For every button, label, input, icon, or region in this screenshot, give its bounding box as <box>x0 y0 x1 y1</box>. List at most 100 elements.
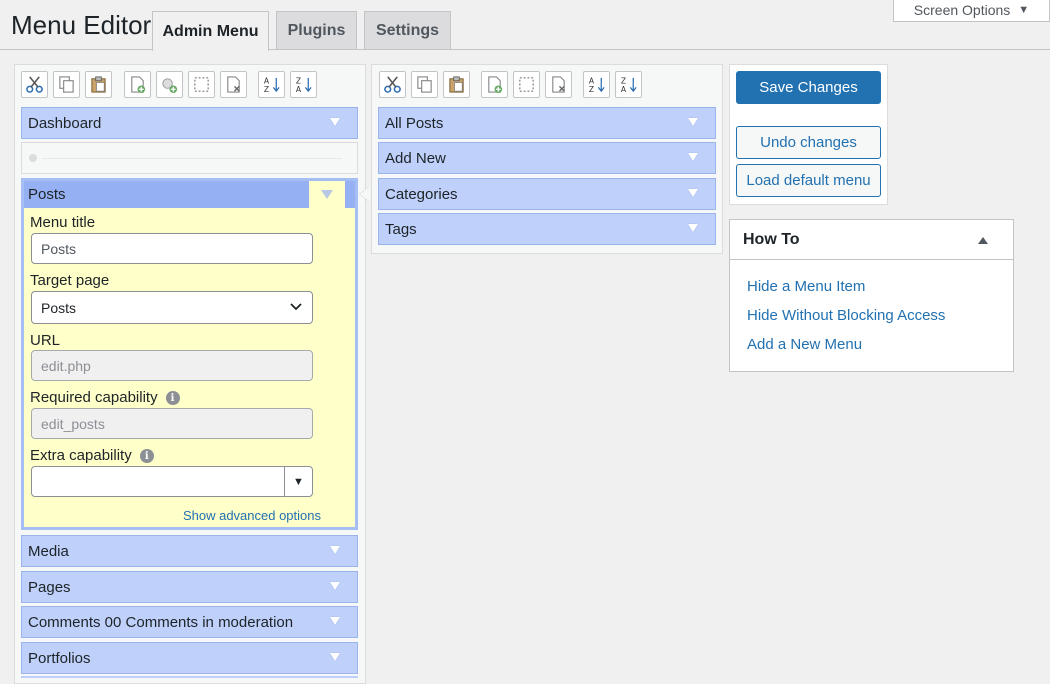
target-page-label: Target page <box>30 272 110 289</box>
sort-descending-icon: ZA <box>621 77 637 94</box>
expand-arrow-icon[interactable] <box>688 118 698 126</box>
dropdown-arrow-icon[interactable]: ▼ <box>284 467 312 496</box>
caret-down-icon: ▼ <box>1018 4 1030 16</box>
menu-item-label: Media <box>28 542 69 560</box>
tab-admin-menu[interactable]: Admin Menu <box>152 11 269 51</box>
expand-arrow-icon[interactable] <box>330 118 340 126</box>
sort-descending-icon: ZA <box>296 77 312 94</box>
how-to-header[interactable]: How To <box>730 220 1013 260</box>
menu-separator[interactable] <box>21 142 358 174</box>
required-capability-text: Required capability <box>30 389 158 406</box>
tab-plugins[interactable]: Plugins <box>276 11 357 49</box>
info-icon[interactable]: i <box>165 391 180 406</box>
menu-title-input[interactable]: Posts <box>31 233 313 264</box>
menu-item-pages[interactable]: Pages <box>21 571 358 603</box>
copy-icon <box>59 76 74 93</box>
submenu-pointer <box>360 186 370 202</box>
new-menu-icon <box>131 76 146 94</box>
howto-link-hide-menu-item[interactable]: Hide a Menu Item <box>747 278 865 295</box>
copy-button[interactable] <box>411 71 438 98</box>
submenu-item-add-new[interactable]: Add New <box>378 142 716 174</box>
menu-item-label: Comments 00 Comments in moderation <box>28 613 294 631</box>
expand-arrow-icon[interactable] <box>330 582 340 590</box>
paste-icon <box>449 76 464 93</box>
menu-item-label: Pages <box>28 578 71 596</box>
expand-arrow-icon[interactable] <box>330 653 340 661</box>
expand-arrow-icon[interactable] <box>688 224 698 232</box>
how-to-panel: How To Hide a Menu Item Hide Without Blo… <box>729 219 1014 372</box>
expand-arrow-icon[interactable] <box>330 546 340 554</box>
collapse-arrow-icon <box>321 190 333 199</box>
separator-handle-icon <box>29 154 37 162</box>
target-page-value: Posts <box>41 299 77 316</box>
separator-line <box>42 158 342 159</box>
submenu-item-all-posts[interactable]: All Posts <box>378 107 716 139</box>
menu-item-posts-editor: Posts Menu title Posts Target page Posts… <box>21 178 358 530</box>
sort-ascending-icon: AZ <box>264 77 280 94</box>
svg-text:A: A <box>621 85 627 94</box>
extra-capability-text: Extra capability <box>30 447 132 464</box>
load-default-menu-button[interactable]: Load default menu <box>736 164 881 197</box>
toggle-hidden-icon <box>519 77 534 92</box>
expand-arrow-icon[interactable] <box>688 189 698 197</box>
submenu-item-label: Tags <box>385 220 417 238</box>
menu-item-comments[interactable]: Comments 00 Comments in moderation <box>21 606 358 638</box>
menu-item-dashboard[interactable]: Dashboard <box>21 107 358 139</box>
extra-capability-combobox[interactable]: ▼ <box>31 466 313 497</box>
cut-button[interactable] <box>379 71 406 98</box>
required-capability-label: Required capability i <box>30 389 180 406</box>
save-changes-button[interactable]: Save Changes <box>736 71 881 104</box>
screen-options-label: Screen Options <box>913 2 1011 18</box>
menu-item-label: Posts <box>28 186 66 203</box>
collapse-toggle[interactable] <box>309 181 345 208</box>
new-menu-button[interactable] <box>481 71 508 98</box>
new-menu-icon <box>488 76 503 94</box>
undo-changes-button[interactable]: Undo changes <box>736 126 881 159</box>
howto-link-add-new-menu[interactable]: Add a New Menu <box>747 336 862 353</box>
screen-options-button[interactable]: Screen Options ▼ <box>893 0 1050 22</box>
page-title: Menu Editor <box>11 10 152 40</box>
submenu-item-label: All Posts <box>385 114 444 132</box>
submenu-item-label: Categories <box>385 185 458 203</box>
toggle-hidden-button[interactable] <box>188 71 215 98</box>
new-separator-button[interactable] <box>156 71 183 98</box>
info-icon[interactable]: i <box>139 449 154 464</box>
expand-arrow-icon[interactable] <box>330 617 340 625</box>
menu-item-portfolios[interactable]: Portfolios <box>21 642 358 674</box>
svg-text:Z: Z <box>264 85 269 94</box>
tab-settings[interactable]: Settings <box>364 11 451 49</box>
sort-ascending-button[interactable]: AZ <box>258 71 285 98</box>
paste-button[interactable] <box>443 71 470 98</box>
how-to-title: How To <box>743 230 800 248</box>
howto-link-hide-without-blocking[interactable]: Hide Without Blocking Access <box>747 307 945 324</box>
menu-title-label: Menu title <box>30 214 96 231</box>
extra-capability-label: Extra capability i <box>30 447 154 464</box>
sort-descending-button[interactable]: ZA <box>290 71 317 98</box>
svg-text:A: A <box>296 85 302 94</box>
paste-button[interactable] <box>85 71 112 98</box>
cut-icon <box>26 76 43 93</box>
required-capability-input[interactable]: edit_posts <box>31 408 313 439</box>
paste-icon <box>91 76 106 93</box>
chevron-down-icon <box>290 303 302 311</box>
submenu-item-categories[interactable]: Categories <box>378 178 716 210</box>
new-menu-button[interactable] <box>124 71 151 98</box>
delete-icon <box>552 76 565 93</box>
delete-button[interactable] <box>220 71 247 98</box>
url-input[interactable]: edit.php <box>31 350 313 381</box>
expand-arrow-icon[interactable] <box>688 153 698 161</box>
submenu-item-label: Add New <box>385 149 446 167</box>
show-advanced-options-link[interactable]: Show advanced options <box>183 508 321 523</box>
menu-item-posts[interactable]: Posts <box>24 181 355 208</box>
collapse-up-icon[interactable] <box>978 237 988 244</box>
submenu-item-tags[interactable]: Tags <box>378 213 716 245</box>
target-page-select[interactable]: Posts <box>31 291 313 324</box>
sort-ascending-button[interactable]: AZ <box>583 71 610 98</box>
toggle-hidden-button[interactable] <box>513 71 540 98</box>
copy-button[interactable] <box>53 71 80 98</box>
cut-button[interactable] <box>21 71 48 98</box>
copy-icon <box>417 76 432 93</box>
delete-button[interactable] <box>545 71 572 98</box>
sort-descending-button[interactable]: ZA <box>615 71 642 98</box>
menu-item-media[interactable]: Media <box>21 535 358 567</box>
